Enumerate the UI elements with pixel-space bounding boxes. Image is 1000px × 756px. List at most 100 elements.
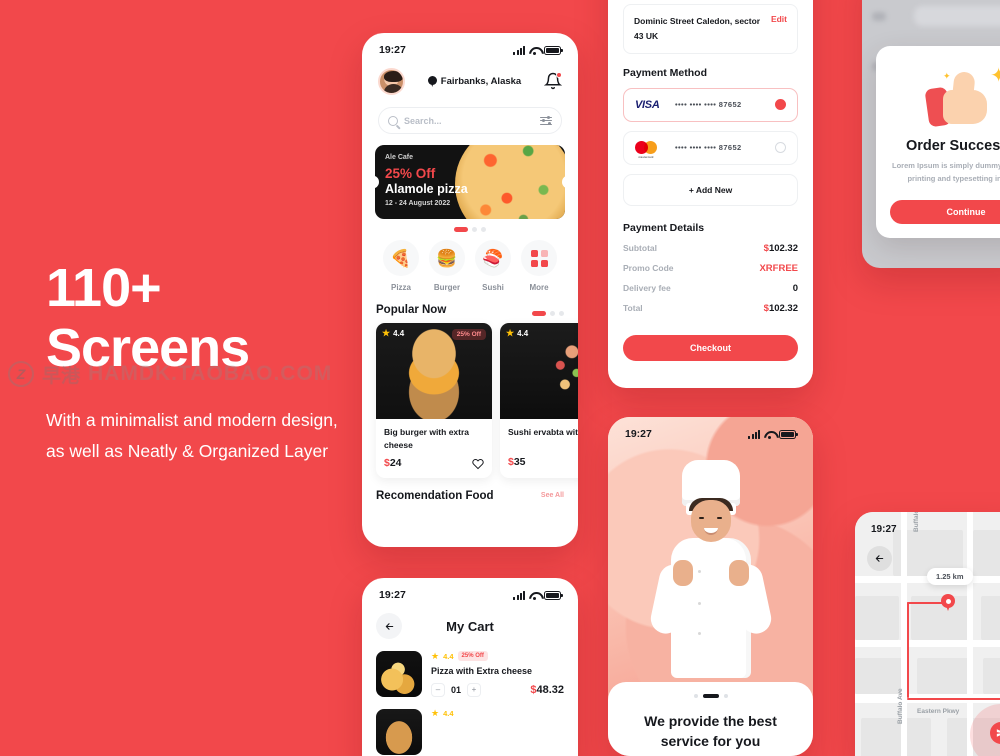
mastercard-logo-text: mastercard xyxy=(638,155,654,159)
food-price: $35 xyxy=(508,456,526,468)
detail-value: $102.32 xyxy=(764,243,798,254)
cart-item-row[interactable]: ★ 4.4 25% Off Pizza with Extra cheese – … xyxy=(362,639,578,697)
search-bar[interactable]: Search... xyxy=(378,107,562,134)
rating-badge: ★ 4.4 xyxy=(506,329,529,339)
food-name: Big burger with extra cheese xyxy=(384,427,470,450)
page-dot-active[interactable] xyxy=(702,694,719,698)
carousel-dot[interactable] xyxy=(481,227,486,232)
success-message: Lorem Ipsum is simply dummy text of the … xyxy=(892,161,1000,183)
payment-method-mastercard[interactable]: mastercard •••• •••• •••• 87652 xyxy=(623,130,798,165)
status-time: 19:27 xyxy=(625,428,652,440)
edit-address-link[interactable]: Edit xyxy=(771,14,787,24)
add-new-card-button[interactable]: + Add New xyxy=(623,173,798,206)
onboarding-page-dots[interactable] xyxy=(608,694,813,698)
rating-value: 4.4 xyxy=(517,329,529,338)
carousel-dot[interactable] xyxy=(559,311,564,316)
favorite-heart-icon[interactable] xyxy=(472,457,484,469)
category-list: 🍕 Pizza 🍔 Burger 🍣 Sushi More xyxy=(362,232,578,292)
chef-illustration xyxy=(647,460,774,678)
status-icons xyxy=(748,429,798,439)
status-time: 19:27 xyxy=(871,524,897,535)
hero-copy: 110+ Screens With a minimalist and moder… xyxy=(46,258,356,467)
avatar[interactable] xyxy=(378,68,405,95)
rating-value: 4.4 xyxy=(443,651,454,661)
category-item-pizza[interactable]: 🍕 Pizza xyxy=(380,240,422,292)
headline-line-2: Screens xyxy=(46,318,250,379)
decrease-quantity-button[interactable]: – xyxy=(431,683,445,697)
category-label: Burger xyxy=(433,283,461,292)
cart-item-row[interactable]: ★ 4.4 xyxy=(362,697,578,755)
section-title: Recomendation Food xyxy=(376,489,494,502)
headline-line-1: 110+ xyxy=(46,258,162,318)
thumbs-up-icon: ✦ ✦ ✦ xyxy=(923,64,1000,128)
status-icons xyxy=(513,590,563,600)
address-text: Dominic Street Caledon, sector 43 UK xyxy=(634,16,761,41)
radio-selected[interactable] xyxy=(775,99,786,111)
payment-method-visa[interactable]: VISA •••• •••• •••• 87652 xyxy=(623,87,798,122)
star-icon: ✦ xyxy=(990,65,1000,87)
category-item-burger[interactable]: 🍔 Burger xyxy=(426,240,468,292)
wifi-icon xyxy=(529,591,540,600)
signal-icon xyxy=(748,429,760,439)
see-all-link[interactable]: See All xyxy=(541,492,564,499)
street-label: Eastern Pkwy xyxy=(917,708,960,715)
hero-subtext: With a minimalist and modern design, as … xyxy=(46,409,338,462)
onboarding-title-line-2: service for you xyxy=(660,732,761,749)
map-pin-icon xyxy=(427,76,437,87)
carousel-dot[interactable] xyxy=(472,227,477,232)
street-label: Buffalo Ave xyxy=(913,512,920,532)
star-icon: ★ xyxy=(431,650,440,661)
promo-banner[interactable]: Ale Cafe 25% Off Alamole pizza 12 - 24 A… xyxy=(375,145,565,219)
checkout-button[interactable]: Checkout xyxy=(623,334,798,361)
category-item-more[interactable]: More xyxy=(518,240,560,292)
back-button[interactable] xyxy=(867,546,892,571)
detail-value: XRFREE xyxy=(759,262,798,274)
signal-icon xyxy=(513,590,525,600)
increase-quantity-button[interactable]: + xyxy=(467,683,482,697)
continue-button[interactable]: Continue xyxy=(890,199,1000,224)
order-success-modal: ✦ ✦ ✦ Order Successful Lorem Ipsum is si… xyxy=(876,46,1000,238)
price-value: 48.32 xyxy=(536,684,564,696)
carousel-dot-active[interactable] xyxy=(532,311,546,316)
quantity-stepper[interactable]: – 01 + xyxy=(431,683,482,697)
signal-icon xyxy=(513,45,525,55)
cart-item-image xyxy=(376,709,422,755)
mastercard-icon: mastercard xyxy=(635,141,665,159)
radio-unselected[interactable] xyxy=(775,142,786,154)
payment-detail-row: Promo Code XRFREE xyxy=(623,263,798,274)
card-number: •••• •••• •••• 87652 xyxy=(675,143,742,153)
battery-icon xyxy=(544,45,563,55)
food-card[interactable]: ★ 4.4 25% Off Big burger with extra chee… xyxy=(376,323,492,478)
detail-label: Promo Code xyxy=(623,263,674,274)
page-dot[interactable] xyxy=(693,694,698,698)
price-value: 35 xyxy=(513,456,526,468)
cart-item-meta: ★ 4.4 25% Off Pizza with Extra cheese – … xyxy=(431,651,564,697)
blurred-bg-text xyxy=(872,12,886,21)
cart-item-name: Pizza with Extra cheese xyxy=(431,666,533,676)
page-dot[interactable] xyxy=(723,694,728,698)
visa-icon: VISA xyxy=(635,99,665,111)
food-card-body: Big burger with extra cheese $24 xyxy=(376,419,492,478)
notification-button[interactable] xyxy=(544,72,562,91)
food-image-burger: ★ 4.4 25% Off xyxy=(376,323,492,419)
map-canvas[interactable]: Buffalo Ave Ralph Ave Eastern Pkwy Buffa… xyxy=(855,512,1000,756)
location-selector[interactable]: Fairbanks, Alaska xyxy=(413,76,536,87)
carousel-dot[interactable] xyxy=(550,311,555,316)
carousel-dot-active[interactable] xyxy=(454,227,468,232)
rating-value: 4.4 xyxy=(443,709,454,718)
popular-carousel-dots[interactable] xyxy=(532,311,564,316)
filter-icon[interactable] xyxy=(540,115,552,126)
category-item-sushi[interactable]: 🍣 Sushi xyxy=(472,240,514,292)
detail-label: Subtotal xyxy=(623,243,657,254)
payment-method-title: Payment Method xyxy=(623,66,708,79)
search-input[interactable]: Search... xyxy=(404,116,534,126)
wifi-icon xyxy=(529,46,540,55)
delivery-address-card[interactable]: Dominic Street Caledon, sector 43 UK Edi… xyxy=(623,4,798,54)
discount-badge: 25% Off xyxy=(457,651,488,661)
food-card[interactable]: ★ 4.4 25 Sushi ervabta with types $35 xyxy=(500,323,578,478)
category-label: More xyxy=(529,283,549,292)
phone-mockup-order-success: ✦ ✦ ✦ Order Successful Lorem Ipsum is si… xyxy=(862,0,1000,268)
phone-mockup-cart: 19:27 My Cart ★ 4.4 25% Off Pizza with E… xyxy=(362,578,578,756)
detail-value: 0 xyxy=(792,282,798,294)
success-title: Order Successful xyxy=(905,138,1000,154)
